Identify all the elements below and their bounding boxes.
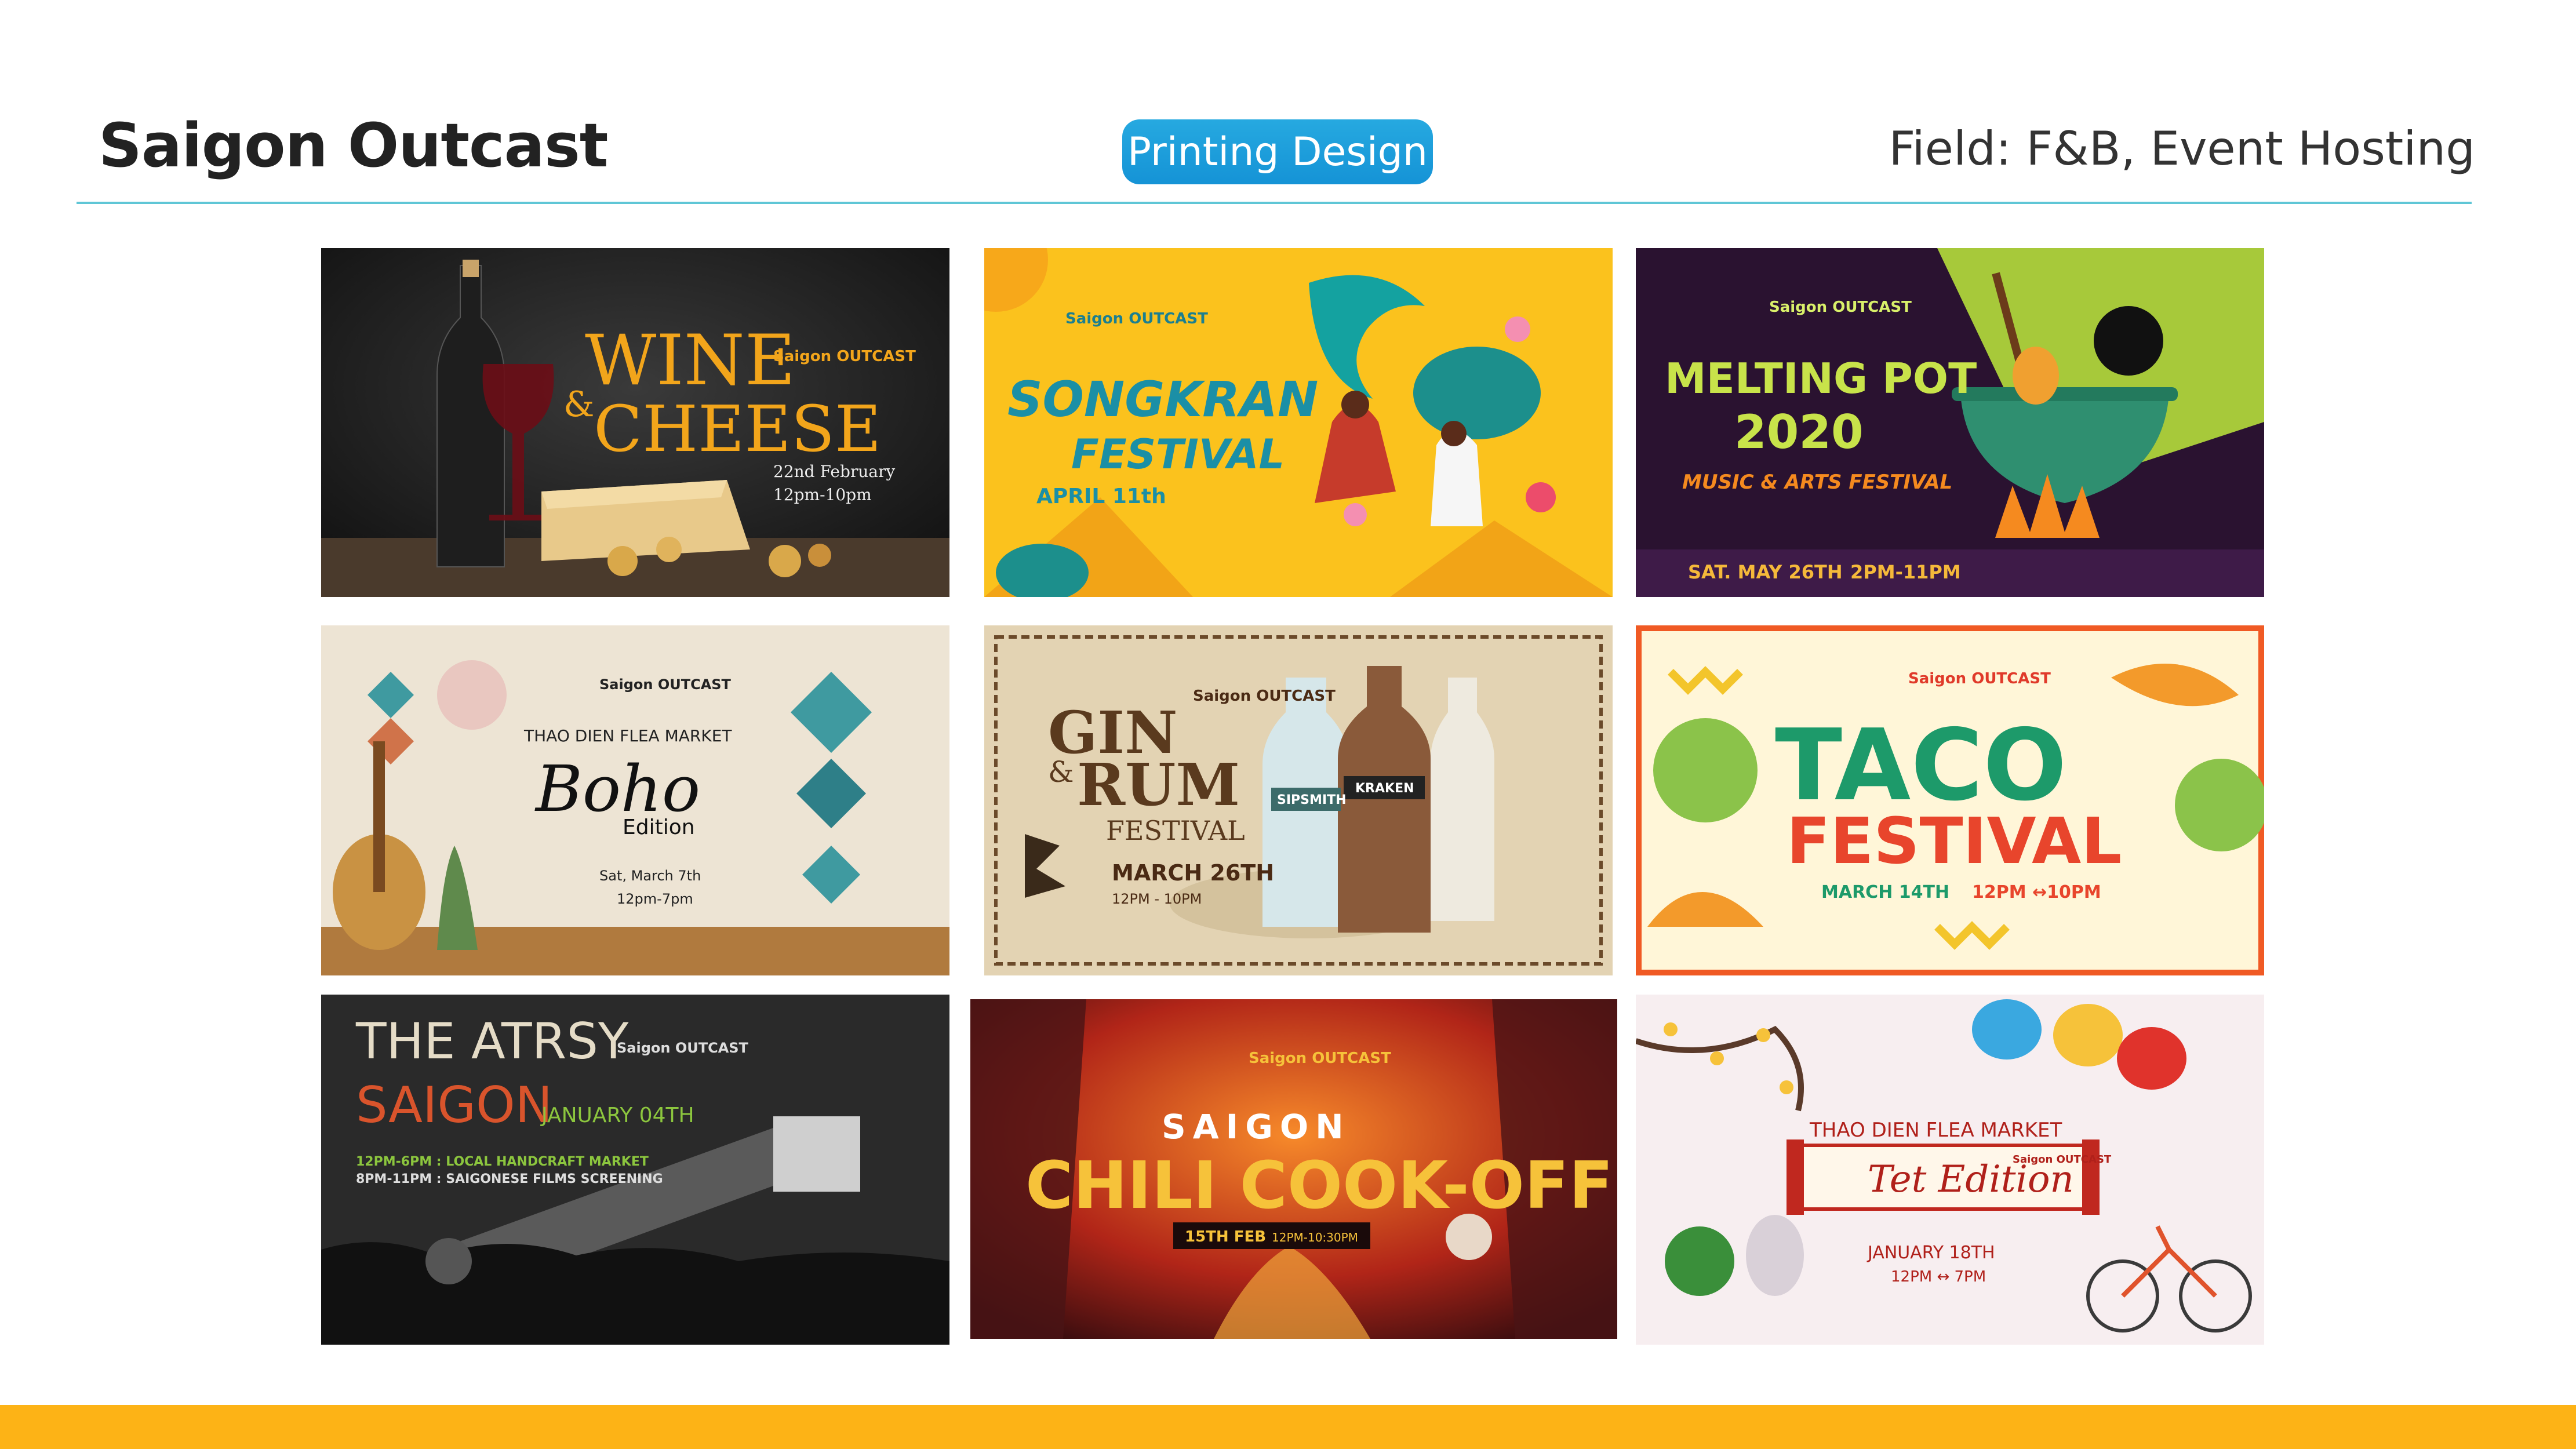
date-label: 15TH FEB [1185,1228,1266,1246]
logo-label: Saigon OUTCAST [599,676,732,693]
wine-cheese-artwork: WINE & CHEESE Saigon OUTCAST 22nd Februa… [321,248,949,597]
subtitle-label: MUSIC & ARTS FESTIVAL [1682,471,1952,494]
watermelon-icon [1665,1226,1734,1296]
date-label: JANUARY 04TH [540,1104,694,1127]
tet-title: Tet Edition [1868,1158,2074,1201]
record-icon [2094,306,2163,376]
gin-rum-artwork: SIPSMITH KRAKEN Saigon OUTCAST GIN & RUM… [984,625,1613,975]
tet-artwork: THAO DIEN FLEA MARKET Saigon OUTCAST Tet… [1636,995,2264,1345]
schedule-line-1: 12PM-6PM : LOCAL HANDCRAFT MARKET [356,1155,649,1169]
poster-songkran[interactable]: Saigon OUTCAST SONGKRAN FESTIVAL APRIL 1… [984,248,1613,597]
logo-label: Saigon OUTCAST [617,1040,749,1056]
footer-bar [0,1405,2576,1449]
edition-title: Edition [623,815,695,839]
audience-icon [321,1242,949,1345]
lime-icon [1653,718,1758,822]
date-label: Sat, March 7th [599,868,701,884]
time-label: 12PM ↔ 7PM [1891,1268,1986,1286]
kicker-label: THAO DIEN FLEA MARKET [1809,1119,2062,1142]
date-label: SAT. MAY 26TH [1688,561,1843,583]
melting-pot-title: MELTING POT [1665,354,1977,403]
year-title: 2020 [1734,405,1864,459]
schedule-line-2: 8PM-11PM : SAIGONESE FILMS SCREENING [356,1172,663,1186]
poster-chili-cookoff[interactable]: Saigon OUTCAST SAIGON CHILI COOK-OFF 15T… [970,999,1617,1339]
time-label: 12PM - 10PM [1112,891,1202,907]
screen-icon [773,1116,860,1192]
songkran-artwork: Saigon OUTCAST SONGKRAN FESTIVAL APRIL 1… [984,248,1613,597]
header-divider [77,202,2472,204]
melting-pot-artwork: Saigon OUTCAST MELTING POT 2020 MUSIC & … [1636,248,2264,597]
lantern-yellow-icon [2053,1004,2123,1066]
boho-artwork: Saigon OUTCAST THAO DIEN FLEA MARKET Boh… [321,625,949,975]
rum-title: RUM [1077,751,1240,819]
chili-title: CHILI COOK-OFF [1025,1148,1613,1224]
logo-label: Saigon OUTCAST [773,348,916,365]
songkran-title: SONGKRAN [1007,371,1318,428]
logo-label: Saigon OUTCAST [1249,1050,1391,1067]
artsy-title: THE ATRSY [355,1013,629,1071]
bottle-2-label: KRAKEN [1355,781,1414,796]
poster-taco[interactable]: Saigon OUTCAST TACO FESTIVAL MARCH 14TH … [1636,625,2264,975]
lantern-blue-icon [1972,999,2042,1060]
saigon-title: SAIGON [356,1076,552,1134]
taco-artwork: Saigon OUTCAST TACO FESTIVAL MARCH 14TH … [1636,625,2264,975]
date-label: MARCH 14TH [1821,882,1949,902]
time-label: 12PM ↔10PM [1972,882,2101,902]
festival-title: FESTIVAL [1787,804,2122,878]
time-label: 2PM-11PM [1850,561,1961,583]
date-label: APRIL 11th [1036,485,1166,508]
logo-label: Saigon OUTCAST [1769,298,1912,316]
saigon-title: SAIGON [1162,1107,1351,1146]
poster-melting-pot[interactable]: Saigon OUTCAST MELTING POT 2020 MUSIC & … [1636,248,2264,597]
date-label: JANUARY 18TH [1866,1243,1995,1263]
poster-tet[interactable]: THAO DIEN FLEA MARKET Saigon OUTCAST Tet… [1636,995,2264,1345]
brand-title: Saigon Outcast [99,110,608,181]
logo-label: Saigon OUTCAST [1193,687,1336,705]
logo-label: Saigon OUTCAST [1065,310,1208,327]
mouse-icon [1746,1215,1804,1296]
category-pill[interactable]: Printing Design [1122,119,1433,184]
elephant-icon [1413,347,1541,439]
date-label: 22nd February [773,462,895,481]
projector-icon [425,1238,472,1284]
time-label: 12pm-10pm [773,485,872,504]
festival-title: FESTIVAL [1071,431,1285,478]
logo-label: Saigon OUTCAST [1908,670,2051,687]
wine-title: WINE [585,321,795,401]
festival-title: FESTIVAL [1106,815,1245,846]
amp-label: & [1048,755,1074,789]
time-label: 12PM-10:30PM [1272,1230,1358,1244]
cheese-title: CHEESE [594,392,881,466]
kicker-label: THAO DIEN FLEA MARKET [523,726,732,745]
lantern-red-icon [2117,1027,2186,1090]
poster-boho[interactable]: Saigon OUTCAST THAO DIEN FLEA MARKET Boh… [321,625,949,975]
poster-wine-cheese[interactable]: WINE & CHEESE Saigon OUTCAST 22nd Februa… [321,248,949,597]
poster-artsy-saigon[interactable]: THE ATRSY Saigon OUTCAST SAIGON JANUARY … [321,995,949,1345]
bottle-1-label: SIPSMITH [1277,793,1347,807]
date-label: MARCH 26TH [1112,860,1274,886]
time-label: 12pm-7pm [617,891,693,907]
category-label: Printing Design [1127,129,1428,175]
skull-icon [437,660,507,730]
chili-cookoff-artwork: Saigon OUTCAST SAIGON CHILI COOK-OFF 15T… [970,999,1617,1339]
boho-title: Boho [534,752,700,826]
wine-amp: & [563,384,594,425]
artsy-saigon-artwork: THE ATRSY Saigon OUTCAST SAIGON JANUARY … [321,995,949,1345]
field-label: Field: F&B, Event Hosting [1889,122,2475,176]
poster-gin-rum[interactable]: SIPSMITH KRAKEN Saigon OUTCAST GIN & RUM… [984,625,1613,975]
